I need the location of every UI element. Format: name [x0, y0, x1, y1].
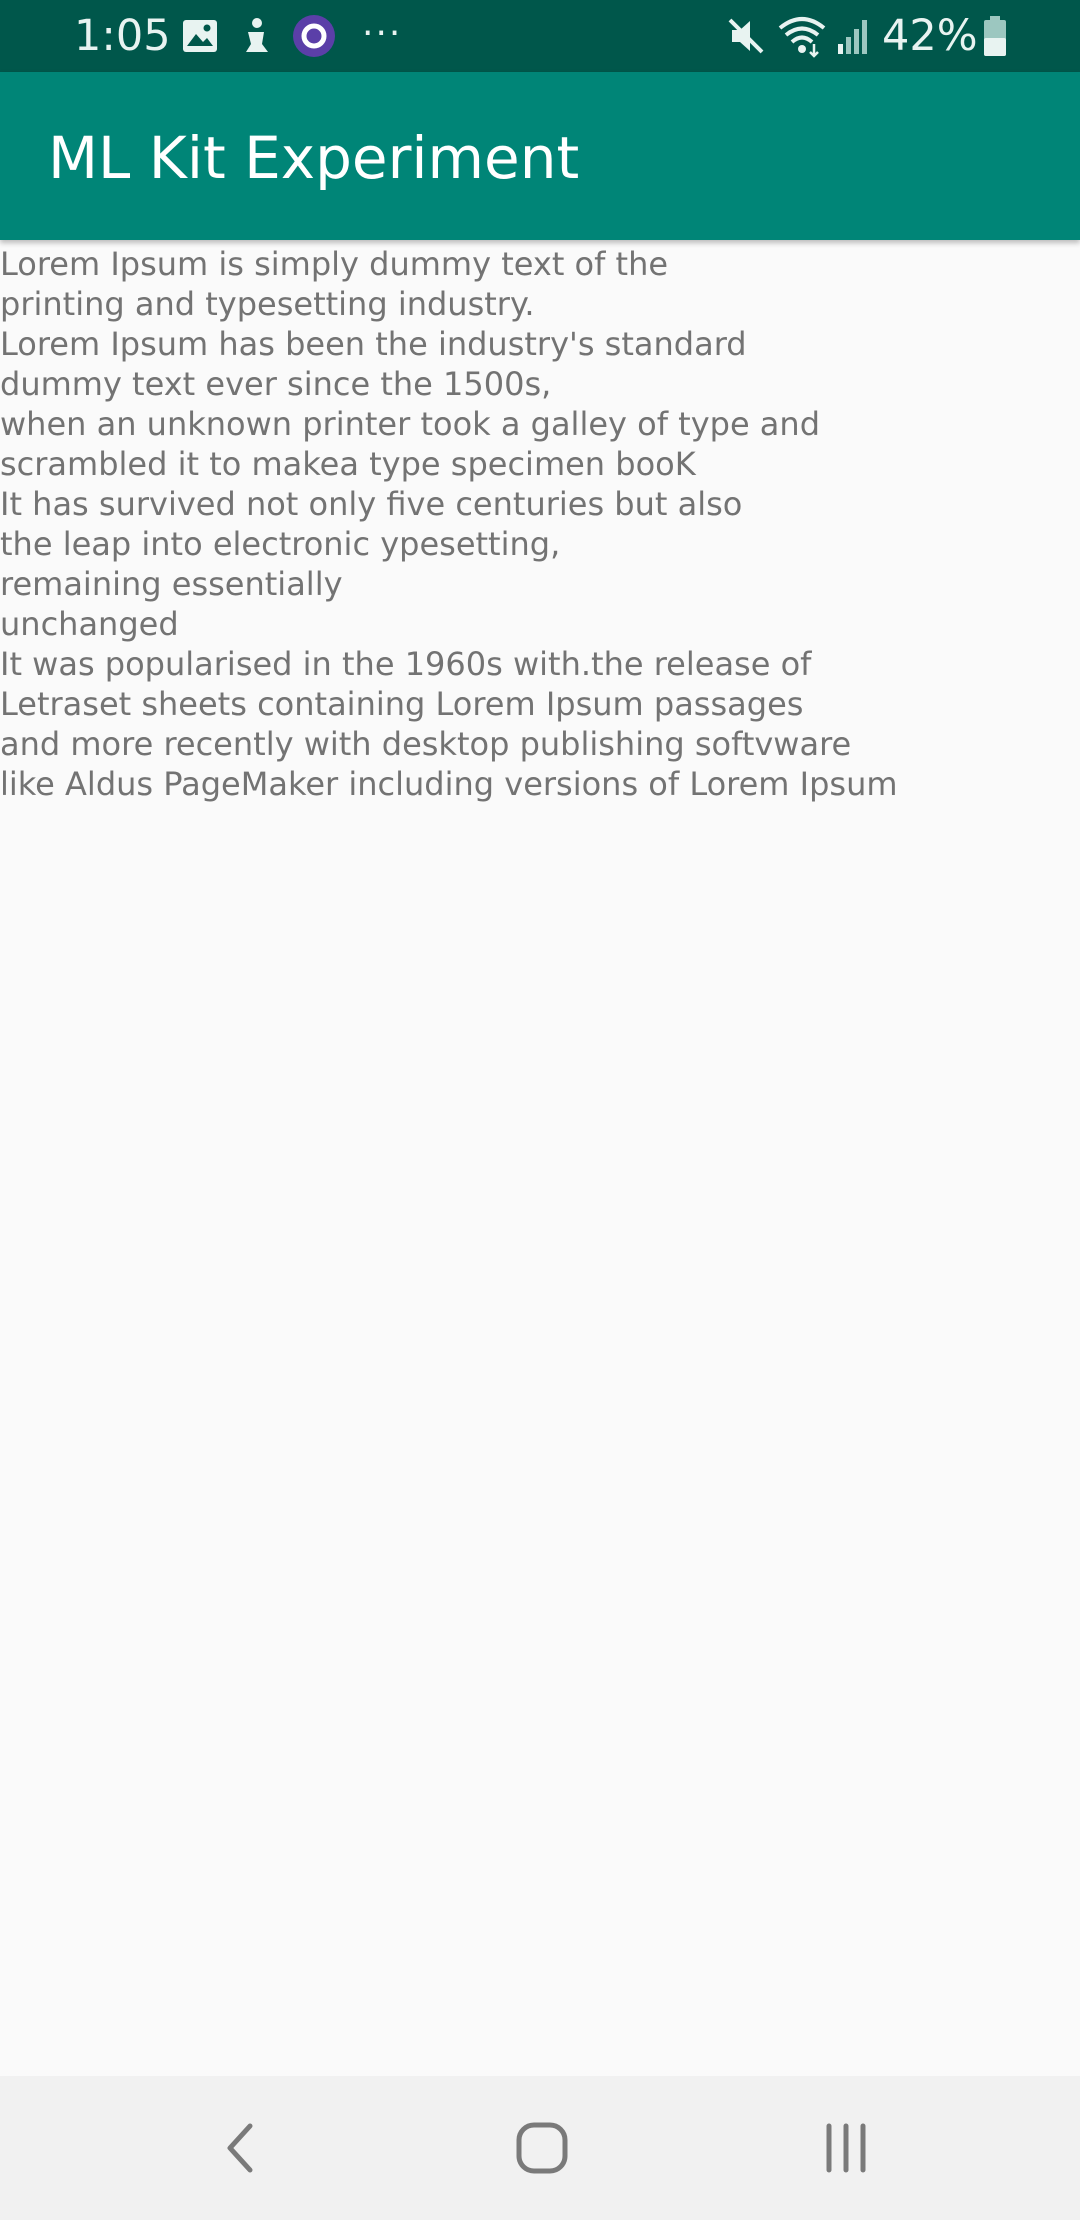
status-time: 1:05: [74, 11, 171, 61]
text-line: Lorem Ipsum has been the industry's stan…: [0, 325, 747, 363]
circle-app-icon: [293, 15, 335, 57]
recents-button[interactable]: [786, 2100, 906, 2196]
accessibility-icon: [246, 18, 268, 52]
text-line: Lorem Ipsum is simply dummy text of the: [0, 245, 669, 283]
recognized-text: Lorem Ipsum is simply dummy text of the …: [0, 244, 1080, 804]
text-line: unchanged: [0, 605, 179, 643]
text-line: Letraset sheets containing Lorem Ipsum p…: [0, 685, 804, 723]
image-icon: [183, 20, 217, 52]
text-line: the leap into electronic ypesetting,: [0, 525, 561, 563]
screen: 1:05 ··· 42% ML Kit Experiment Lorem Ips…: [0, 0, 1080, 2220]
signal-icon: [838, 20, 867, 54]
text-line: and more recently with desktop publishin…: [0, 725, 852, 763]
text-line: scrambled it to makea type specimen booK: [0, 445, 696, 483]
mute-icon: [728, 18, 764, 54]
navigation-bar: [0, 2076, 1080, 2220]
battery-percent: 42%: [882, 11, 978, 61]
home-icon: [516, 2122, 568, 2174]
wifi-icon: [778, 17, 826, 58]
text-line: It has survived not only five centuries …: [0, 485, 743, 523]
text-line: It was popularised in the 1960s with.the…: [0, 645, 812, 683]
home-button[interactable]: [482, 2100, 602, 2196]
back-button[interactable]: [180, 2100, 300, 2196]
more-icon: ···: [362, 13, 403, 54]
text-line: remaining essentially: [0, 565, 343, 603]
status-bar: 1:05 ··· 42%: [0, 0, 1080, 72]
text-line: like Aldus PageMaker including versions …: [0, 765, 898, 803]
text-line: when an unknown printer took a galley of…: [0, 405, 820, 443]
text-line: printing and typesetting industry.: [0, 285, 535, 323]
app-title: ML Kit Experiment: [48, 124, 580, 192]
text-line: dummy text ever since the 1500s,: [0, 365, 552, 403]
battery-icon: [984, 16, 1006, 56]
back-icon: [227, 2123, 253, 2173]
app-bar: ML Kit Experiment: [0, 72, 1080, 240]
recents-icon: [826, 2123, 866, 2173]
